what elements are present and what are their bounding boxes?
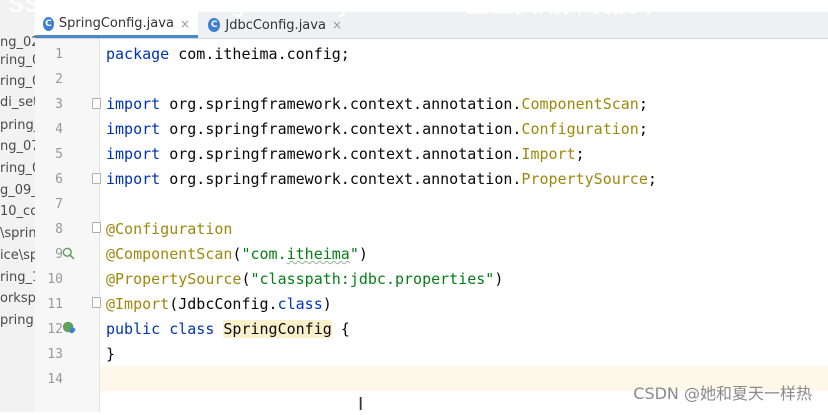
code-line-9: @ComponentScan("com.itheima") bbox=[106, 242, 368, 267]
keyword: import bbox=[106, 120, 161, 138]
tree-item[interactable]: pring_ bbox=[0, 115, 35, 137]
spring-bean-scan-icon[interactable] bbox=[62, 247, 76, 261]
code-line-11: @Import(JdbcConfig.class) bbox=[106, 292, 332, 317]
line-number: 1 bbox=[55, 47, 63, 62]
watermark: CSDN @她和夏天一样热 bbox=[633, 384, 812, 403]
code-line-8: @Configuration bbox=[106, 220, 233, 238]
project-tree[interactable]: ng_02 ring_0 ring_0 di_set pring_ ng_07 … bbox=[0, 0, 35, 412]
string-literal: "com. bbox=[241, 245, 287, 263]
import-package: org.springframework.context.annotation. bbox=[160, 145, 522, 163]
code-line-12: public class SpringConfig { bbox=[106, 317, 350, 342]
tab-label: JdbcConfig.java bbox=[225, 17, 326, 33]
video-title-overlay: SSM框架学习 SpringBoot+MyBatisPlus企业实用开发技术 bbox=[8, 0, 662, 18]
code-editor[interactable]: package com.itheima.config; import org.s… bbox=[100, 39, 828, 412]
semicolon: ; bbox=[647, 170, 657, 188]
class-name: SpringConfig bbox=[223, 320, 332, 338]
tree-item[interactable]: ng_07 bbox=[0, 136, 35, 158]
import-class: Import bbox=[521, 145, 576, 163]
keyword: import bbox=[106, 145, 161, 163]
semicolon: ; bbox=[638, 95, 648, 113]
code-line-4: import org.springframework.context.annot… bbox=[106, 117, 648, 142]
import-class: PropertySource bbox=[521, 170, 648, 188]
keyword: import bbox=[106, 170, 161, 188]
string-literal: " bbox=[349, 245, 359, 263]
tree-item[interactable]: di_set bbox=[0, 92, 35, 114]
close-icon[interactable]: × bbox=[332, 18, 342, 32]
tree-item[interactable]: orksp bbox=[0, 288, 35, 310]
code-line-10: @PropertySource("classpath:jdbc.properti… bbox=[106, 267, 503, 292]
line-number: 11 bbox=[47, 297, 63, 312]
tree-item[interactable]: \sprin bbox=[0, 223, 35, 245]
line-number: 2 bbox=[55, 72, 63, 87]
tree-item[interactable]: ring_0 bbox=[0, 71, 35, 93]
keyword: class bbox=[169, 320, 215, 338]
java-class-icon: C bbox=[208, 18, 221, 32]
paren: ) bbox=[494, 270, 504, 288]
brace: { bbox=[331, 320, 350, 338]
import-class: Configuration bbox=[521, 120, 639, 138]
tree-item[interactable]: ring_0 bbox=[0, 50, 35, 72]
typo-word: itheima bbox=[286, 245, 350, 263]
code-line-1: package com.itheima.config; bbox=[106, 42, 350, 67]
keyword: class bbox=[277, 295, 323, 313]
keyword: package bbox=[106, 45, 170, 63]
string-literal: "classpath:jdbc.properties" bbox=[250, 270, 495, 288]
line-number: 6 bbox=[55, 172, 63, 187]
line-number: 4 bbox=[55, 122, 63, 137]
semicolon: ; bbox=[575, 145, 585, 163]
import-package: org.springframework.context.annotation. bbox=[160, 170, 522, 188]
import-argument: (JdbcConfig. bbox=[169, 295, 278, 313]
package-name: com.itheima.config; bbox=[169, 45, 350, 63]
keyword: public bbox=[106, 320, 161, 338]
annotation: @ComponentScan bbox=[106, 245, 233, 263]
code-line-6: import org.springframework.context.annot… bbox=[106, 167, 657, 192]
line-number: 3 bbox=[55, 97, 63, 112]
tree-item[interactable]: pring bbox=[0, 310, 34, 332]
paren: ( bbox=[241, 270, 251, 288]
tree-item[interactable]: g_09_c bbox=[0, 180, 35, 202]
tree-item[interactable]: ring_1 bbox=[0, 267, 35, 289]
line-number: 12 bbox=[47, 322, 63, 337]
line-number: 7 bbox=[55, 197, 63, 212]
line-number: 14 bbox=[47, 372, 63, 387]
editor-gutter[interactable]: 1 2 3 4 5 6 7 8 9 10 11 12 13 14 bbox=[35, 39, 100, 412]
paren: ) bbox=[358, 245, 368, 263]
line-number: 9 bbox=[55, 247, 63, 262]
code-line-3: import org.springframework.context.annot… bbox=[106, 92, 648, 117]
tree-item[interactable]: 10_co bbox=[0, 201, 35, 223]
code-line-13: } bbox=[106, 345, 116, 363]
line-number: 10 bbox=[47, 272, 63, 287]
import-class: ComponentScan bbox=[521, 95, 639, 113]
line-number: 5 bbox=[55, 147, 63, 162]
spring-bean-icon[interactable] bbox=[62, 320, 76, 334]
semicolon: ; bbox=[638, 120, 648, 138]
annotation: @PropertySource bbox=[106, 270, 242, 288]
paren: ) bbox=[322, 295, 332, 313]
keyword: import bbox=[106, 95, 161, 113]
line-number: 8 bbox=[55, 222, 63, 237]
import-package: org.springframework.context.annotation. bbox=[160, 120, 522, 138]
tree-item[interactable]: ring_08 bbox=[0, 158, 35, 180]
line-number: 13 bbox=[47, 347, 63, 362]
tree-item[interactable]: ice\sp bbox=[0, 245, 35, 267]
import-package: org.springframework.context.annotation. bbox=[160, 95, 522, 113]
annotation: @Import bbox=[106, 295, 170, 313]
code-line-5: import org.springframework.context.annot… bbox=[106, 142, 585, 167]
